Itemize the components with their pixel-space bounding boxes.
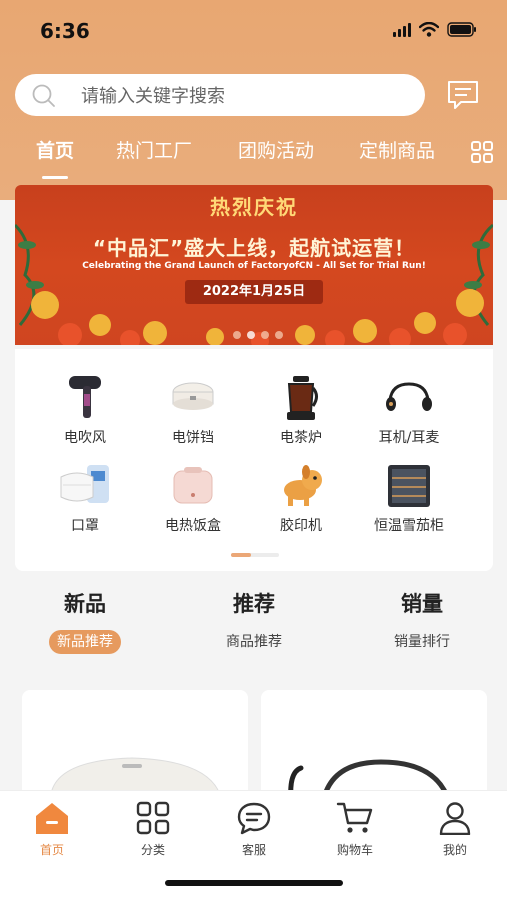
nav-label: 购物车 <box>336 843 373 857</box>
category-grid-icon <box>136 801 170 835</box>
search-bar[interactable]: 请输入关键字搜索 <box>15 74 425 116</box>
feature-new[interactable]: 新品 新品推荐 <box>15 588 155 654</box>
status-icons <box>393 22 477 37</box>
top-tabs: 首页 热门工厂 团购活动 定制商品 <box>0 136 507 179</box>
wifi-icon <box>419 22 439 37</box>
user-icon <box>439 802 471 835</box>
category-headphones[interactable]: 耳机/耳麦 <box>354 373 464 447</box>
feature-subtitle: 销量排行 <box>394 634 450 650</box>
face-mask-icon <box>60 465 109 503</box>
banner-subtitle: Celebrating the Grand Launch of Factoryo… <box>82 261 426 271</box>
banner-headline: “中品汇”盛大上线，起航试运营！ <box>92 236 416 260</box>
tab-hot-factories[interactable]: 热门工厂 <box>116 136 192 163</box>
feature-title: 新品 <box>64 592 106 616</box>
category-label: 电饼铛 <box>172 430 214 446</box>
category-grid: 电吹风 电饼铛 电茶炉 耳机/耳麦 口罩 电热饭盒 胶印机 恒温雪茄柜 <box>15 349 493 571</box>
category-lunch-box[interactable]: 电热饭盒 <box>138 461 248 535</box>
promo-banner[interactable]: 热烈庆祝 “中品汇”盛大上线，起航试运营！ Celebrating the Gr… <box>15 185 493 345</box>
nav-label: 客服 <box>241 843 266 857</box>
banner-title: 热烈庆祝 <box>210 195 298 219</box>
home-icon <box>36 803 68 834</box>
message-icon[interactable] <box>446 79 480 111</box>
dog-toy-icon <box>284 465 322 506</box>
nav-profile[interactable]: 我的 <box>415 797 495 858</box>
nav-label: 分类 <box>140 843 165 857</box>
pancake-maker-icon <box>172 382 214 410</box>
cigar-cabinet-icon <box>388 465 430 507</box>
active-tab-indicator <box>42 176 68 179</box>
banner-dot[interactable] <box>247 331 255 339</box>
banner-pagination <box>233 331 283 339</box>
battery-icon <box>447 22 476 37</box>
nav-customer-service[interactable]: 客服 <box>214 797 294 858</box>
nav-label: 首页 <box>39 843 64 857</box>
tea-kettle-icon <box>287 376 318 420</box>
nav-label: 我的 <box>442 843 467 857</box>
banner-dot[interactable] <box>261 331 269 339</box>
headphones-icon <box>386 382 432 411</box>
nav-cart[interactable]: 购物车 <box>315 797 395 858</box>
category-offset-printer[interactable]: 胶印机 <box>246 461 356 535</box>
feature-subtitle: 商品推荐 <box>226 634 282 650</box>
chat-bubble-icon <box>237 802 271 835</box>
status-bar: 6:36 <box>0 0 507 60</box>
feature-title: 销量 <box>401 592 443 616</box>
category-label: 电茶炉 <box>280 430 322 446</box>
category-tea-kettle[interactable]: 电茶炉 <box>246 373 356 447</box>
category-label: 口罩 <box>71 518 99 534</box>
category-label: 电吹风 <box>64 430 106 446</box>
lunch-box-icon <box>173 467 213 504</box>
home-indicator <box>165 880 343 886</box>
status-time: 6:36 <box>40 19 90 43</box>
category-label: 电热饭盒 <box>165 518 221 534</box>
signal-icon <box>393 22 411 37</box>
category-pager <box>231 553 279 557</box>
feature-subtitle: 新品推荐 <box>49 630 121 654</box>
category-pancake-maker[interactable]: 电饼铛 <box>138 373 248 447</box>
category-face-mask[interactable]: 口罩 <box>30 461 140 535</box>
nav-home[interactable]: 首页 <box>12 797 92 858</box>
category-label: 耳机/耳麦 <box>378 430 440 446</box>
category-label: 胶印机 <box>280 518 322 534</box>
banner-dot[interactable] <box>275 331 283 339</box>
feature-sales[interactable]: 销量 销量排行 <box>352 588 492 654</box>
feature-title: 推荐 <box>233 592 275 616</box>
hair-dryer-icon <box>69 376 101 418</box>
category-label: 恒温雪茄柜 <box>374 518 444 534</box>
tab-group-buy[interactable]: 团购活动 <box>238 136 314 163</box>
search-icon <box>32 84 55 107</box>
tab-custom-products[interactable]: 定制商品 <box>359 136 435 163</box>
more-tabs-grid-icon[interactable] <box>471 141 493 163</box>
nav-category[interactable]: 分类 <box>113 797 193 858</box>
category-hair-dryer[interactable]: 电吹风 <box>30 373 140 447</box>
search-placeholder: 请输入关键字搜索 <box>81 86 225 107</box>
cart-icon <box>336 802 373 833</box>
feature-recommend[interactable]: 推荐 商品推荐 <box>184 588 324 654</box>
banner-date: 2022年1月25日 <box>185 280 323 304</box>
tab-home[interactable]: 首页 <box>36 136 74 163</box>
category-cigar-cabinet[interactable]: 恒温雪茄柜 <box>354 461 464 535</box>
banner-dot[interactable] <box>233 331 241 339</box>
